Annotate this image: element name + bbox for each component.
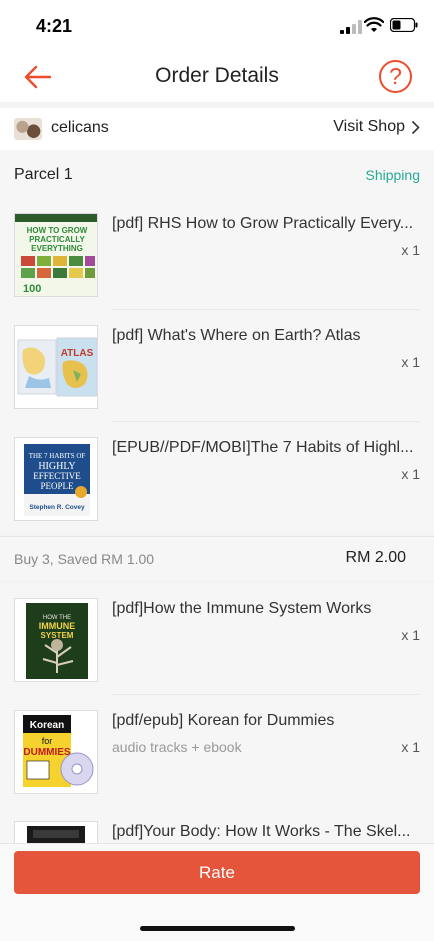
parcel-label: Parcel 1 [14,166,73,183]
item-title: [pdf] What's Where on Earth? Atlas [112,327,361,344]
page-title: Order Details [155,64,279,87]
svg-text:PEOPLE: PEOPLE [40,481,74,491]
order-item[interactable]: THE 7 HABITS OF HIGHLY EFFECTIVE PEOPLE … [0,422,434,534]
parcel-summary: Buy 3, Saved RM 1.00 RM 2.00 [0,536,434,580]
signal-icon [340,20,362,34]
order-item[interactable]: Korean for DUMMIES [pdf/epub] Korean for… [0,695,434,807]
product-thumbnail: HOW TO GROW PRACTICALLY EVERYTHING 100 [14,213,98,297]
product-thumbnail: HOW THE IMMUNE SYSTEM [14,598,98,682]
svg-text:EVERYTHING: EVERYTHING [31,244,83,253]
svg-text:PRACTICALLY: PRACTICALLY [29,235,85,244]
item-title: [pdf/epub] Korean for Dummies [112,712,335,729]
item-qty: x 1 [401,354,420,370]
item-qty: x 1 [401,627,420,643]
order-item[interactable]: ATLAS [pdf] What's Where on Earth? Atlas… [0,310,434,422]
visit-shop-button[interactable]: Visit Shop [333,118,420,136]
svg-text:HOW TO GROW: HOW TO GROW [27,226,88,235]
svg-text:SYSTEM: SYSTEM [41,631,74,640]
parcel-header: Parcel 1 Shipping [0,150,434,198]
status-time: 4:21 [36,16,73,36]
item-title: [pdf] RHS How to Grow Practically Every.… [112,215,414,232]
svg-text:EFFECTIVE: EFFECTIVE [33,471,81,481]
home-indicator [140,926,295,931]
battery-icon [390,18,418,32]
order-item[interactable]: HOW TO GROW PRACTICALLY EVERYTHING 100 [… [0,198,434,310]
svg-text:for: for [42,736,53,746]
item-title: [pdf]Your Body: How It Works - The Skel.… [112,823,411,840]
svg-text:ATLAS: ATLAS [61,348,94,359]
item-qty: x 1 [401,739,420,755]
nav-bar: Order Details ? [0,50,434,102]
shop-row: celicans Visit Shop [0,108,434,150]
svg-text:IMMUNE: IMMUNE [39,621,76,631]
svg-text:THE 7 HABITS OF: THE 7 HABITS OF [29,452,86,460]
svg-text:100: 100 [23,283,41,295]
bottom-action-bar: Rate [0,843,434,941]
svg-text:DUMMIES: DUMMIES [23,747,71,758]
svg-text:Stephen R. Covey: Stephen R. Covey [29,504,85,511]
shop-name: celicans [51,119,109,136]
parcel-status: Shipping [365,167,421,183]
help-icon[interactable]: ? [379,60,412,93]
svg-text:Korean: Korean [30,720,64,731]
rate-button[interactable]: Rate [14,851,420,894]
chevron-right-icon [411,120,420,134]
shop-avatar [14,118,42,140]
visit-shop-label: Visit Shop [333,118,405,135]
product-thumbnail: ATLAS [14,325,98,409]
item-title: [EPUB//PDF/MOBI]The 7 Habits of Highl... [112,439,414,456]
bundle-price: RM 2.00 [345,549,406,566]
bundle-savings-label: Buy 3, Saved RM 1.00 [14,551,155,567]
product-thumbnail: Korean for DUMMIES [14,710,98,794]
item-variation: audio tracks + ebook [112,739,242,755]
status-bar: 4:21 [0,0,434,50]
item-qty: x 1 [401,466,420,482]
order-item[interactable]: HOW THE IMMUNE SYSTEM [pdf]How the Immun… [0,583,434,695]
product-thumbnail: THE 7 HABITS OF HIGHLY EFFECTIVE PEOPLE … [14,437,98,521]
wifi-icon [364,17,384,32]
item-title: [pdf]How the Immune System Works [112,600,372,617]
item-qty: x 1 [401,242,420,258]
